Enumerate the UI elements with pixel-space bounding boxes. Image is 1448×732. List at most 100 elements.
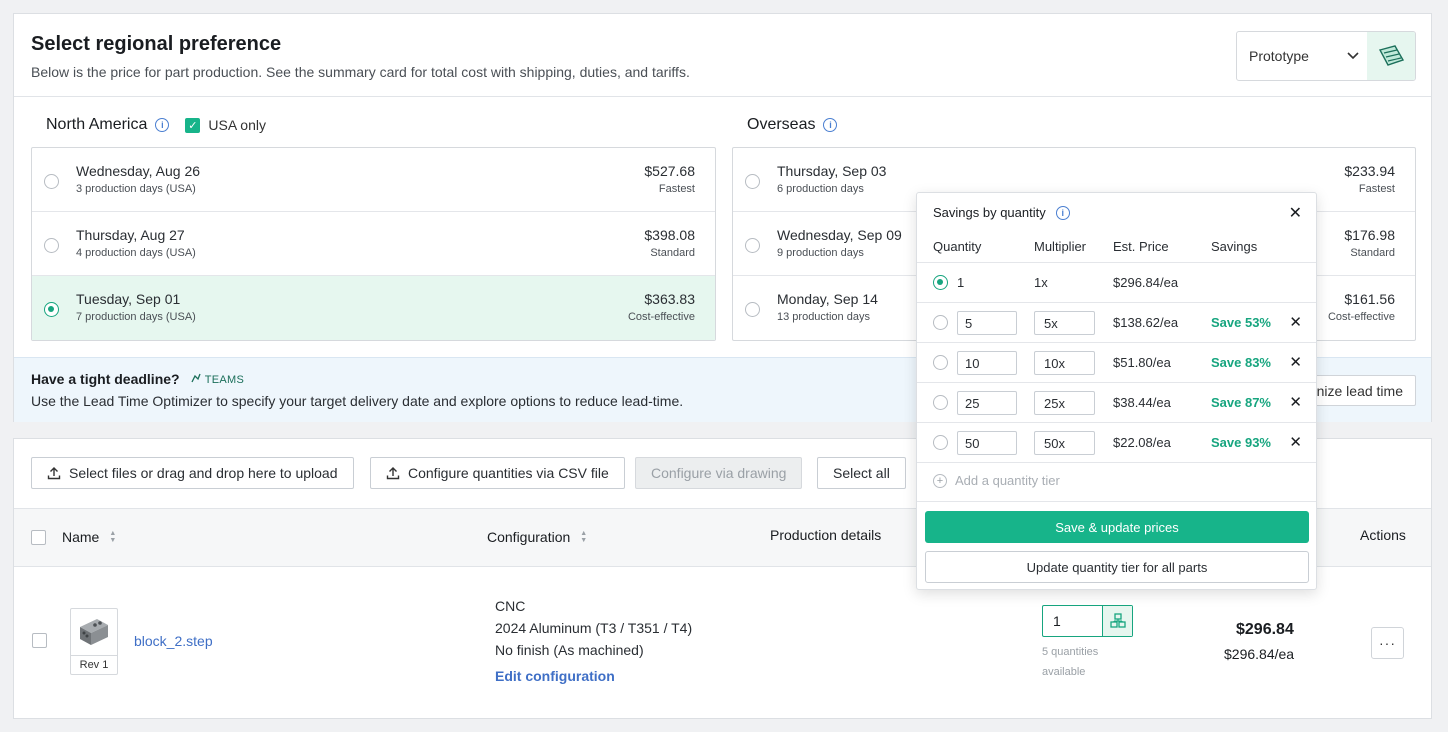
tier-multiplier-input[interactable]: 10x (1034, 351, 1095, 375)
sort-icon: ▲ ▼ (109, 530, 117, 544)
radio-button[interactable] (933, 355, 948, 370)
usa-only-checkbox[interactable]: ✓ (185, 117, 201, 133)
tier-quantity-input[interactable]: 5 (957, 311, 1017, 335)
option-days: 6 production days (777, 183, 864, 195)
shipping-option-selected[interactable]: Tuesday, Sep 01 7 production days (USA) … (32, 276, 715, 340)
option-date: Wednesday, Aug 26 (76, 163, 201, 179)
option-price: $176.98 (1344, 227, 1395, 243)
popover-column-headers: Quantity Multiplier Est. Price Savings (917, 233, 1316, 263)
tier-quantity-input[interactable]: 50 (957, 431, 1017, 455)
upload-button[interactable]: Select files or drag and drop here to up… (31, 457, 354, 489)
deadline-text: Use the Lead Time Optimizer to specify y… (31, 393, 684, 409)
option-days: 3 production days (USA) (76, 183, 196, 195)
info-icon[interactable]: i (823, 118, 838, 132)
option-days: 7 production days (USA) (76, 311, 196, 323)
upload-label: Select files or drag and drop here to up… (69, 465, 338, 481)
save-update-prices-button[interactable]: Save & update prices (925, 511, 1309, 543)
part-preview-icon (80, 619, 108, 645)
remove-tier-icon[interactable]: ✕ (1289, 393, 1302, 411)
radio-button[interactable] (933, 315, 948, 330)
tier-row[interactable]: 50 50x $22.08/ea Save 93% ✕ (917, 423, 1316, 463)
update-all-parts-button[interactable]: Update quantity tier for all parts (925, 551, 1309, 583)
row-checkbox[interactable] (32, 633, 47, 648)
tier-multiplier-input[interactable]: 25x (1034, 391, 1095, 415)
option-days: 9 production days (777, 247, 864, 259)
config-process: CNC (495, 598, 526, 614)
quantity-tiers-button[interactable] (1102, 606, 1132, 636)
drawing-button[interactable]: Configure via drawing (635, 457, 803, 489)
radio-button[interactable] (745, 238, 760, 253)
mode-select[interactable]: Prototype (1236, 31, 1416, 81)
tier-row[interactable]: 1 1x $296.84/ea (917, 263, 1316, 303)
tier-multiplier: 1x (1034, 275, 1048, 290)
select-all-button[interactable]: Select all (817, 457, 906, 489)
shipping-option[interactable]: Wednesday, Aug 26 3 production days (USA… (32, 148, 715, 212)
tier-quantity: 1 (957, 275, 965, 290)
remove-tier-icon[interactable]: ✕ (1289, 433, 1302, 451)
radio-button[interactable] (745, 302, 760, 317)
part-thumbnail[interactable]: Rev 1 (70, 608, 118, 675)
radio-button[interactable] (44, 174, 59, 189)
option-tag: Fastest (658, 183, 695, 195)
column-name[interactable]: Name ▲ ▼ (62, 529, 116, 545)
remove-tier-icon[interactable]: ✕ (1289, 353, 1302, 371)
option-tag: Cost-effective (1327, 311, 1395, 323)
remove-tier-icon[interactable]: ✕ (1289, 313, 1302, 331)
option-date: Thursday, Sep 03 (777, 163, 887, 179)
column-configuration-label: Configuration (487, 529, 571, 545)
page-title: Select regional preference (31, 33, 282, 55)
tier-row[interactable]: 10 10x $51.80/ea Save 83% ✕ (917, 343, 1316, 383)
tier-quantity-input[interactable]: 10 (957, 351, 1017, 375)
chevron-down-icon (1339, 32, 1367, 80)
option-price: $161.56 (1344, 291, 1395, 307)
info-icon[interactable]: i (155, 118, 170, 132)
popover-header: Savings by quantity i (933, 205, 1070, 220)
part-filename[interactable]: block_2.step (134, 633, 213, 649)
quantity-input[interactable]: 1 (1042, 605, 1133, 637)
teams-icon (191, 373, 201, 382)
north-america-label: North America (46, 116, 148, 133)
tier-row[interactable]: 5 5x $138.62/ea Save 53% ✕ (917, 303, 1316, 343)
config-finish: No finish (As machined) (495, 642, 644, 658)
tier-quantity-input[interactable]: 25 (957, 391, 1017, 415)
filename-base: block_2 (134, 633, 183, 649)
tier-price: $51.80/ea (1113, 355, 1171, 370)
upload-icon (386, 467, 400, 480)
option-date: Thursday, Aug 27 (76, 227, 185, 243)
option-date: Wednesday, Sep 09 (777, 227, 902, 243)
csv-label: Configure quantities via CSV file (408, 465, 609, 481)
tier-savings: Save 93% (1211, 435, 1271, 450)
radio-button[interactable] (44, 238, 59, 253)
prototype-icon (1367, 32, 1415, 80)
option-days: 13 production days (777, 311, 870, 323)
info-icon[interactable]: i (1055, 205, 1070, 220)
overseas-label: Overseas (747, 116, 816, 133)
shipping-option[interactable]: Thursday, Aug 27 4 production days (USA)… (32, 212, 715, 276)
tier-row[interactable]: 25 25x $38.44/ea Save 87% ✕ (917, 383, 1316, 423)
radio-button[interactable] (933, 395, 948, 410)
more-actions-button[interactable]: ··· (1371, 627, 1404, 659)
boxes-icon (1109, 613, 1126, 628)
column-production: Production details (770, 527, 882, 543)
column-configuration[interactable]: Configuration ▲ ▼ (487, 529, 587, 545)
close-icon[interactable]: ✕ (1289, 203, 1302, 223)
deadline-heading-row: Have a tight deadline? TEAMS (31, 371, 244, 387)
radio-button[interactable] (933, 435, 948, 450)
radio-button[interactable] (745, 174, 760, 189)
column-actions: Actions (1360, 527, 1406, 543)
select-all-checkbox[interactable] (31, 530, 46, 545)
tier-price: $22.08/ea (1113, 435, 1171, 450)
part-total-price: $296.84 (1236, 621, 1294, 638)
tier-multiplier-input[interactable]: 50x (1034, 431, 1095, 455)
option-price: $527.68 (644, 163, 695, 179)
teams-label: TEAMS (204, 373, 245, 386)
usa-only-label: USA only (208, 117, 266, 133)
filename-ext: .step (182, 633, 213, 649)
tier-multiplier-input[interactable]: 5x (1034, 311, 1095, 335)
edit-configuration-link[interactable]: Edit configuration (495, 668, 615, 684)
tier-savings: Save 53% (1211, 315, 1271, 330)
radio-button-selected[interactable] (933, 275, 948, 290)
radio-button-selected[interactable] (44, 302, 59, 317)
add-tier-button[interactable]: + Add a quantity tier (933, 473, 1060, 488)
csv-button[interactable]: Configure quantities via CSV file (370, 457, 625, 489)
